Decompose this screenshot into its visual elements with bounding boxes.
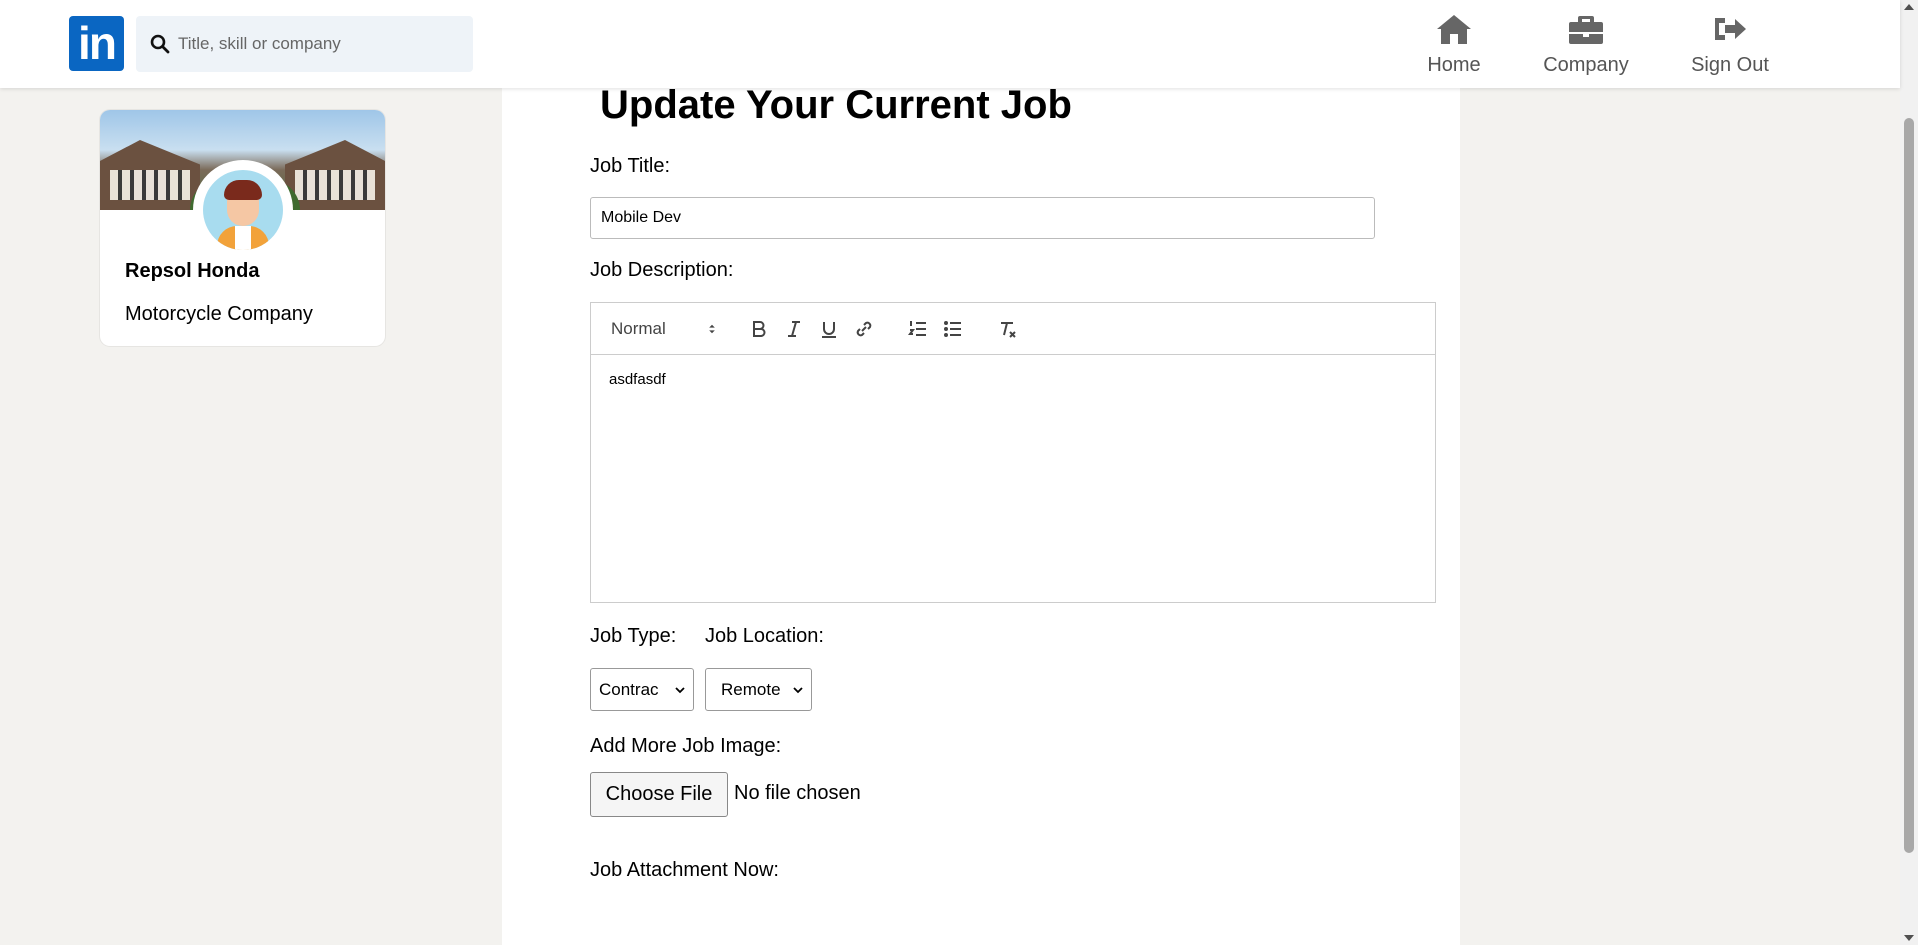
search-icon xyxy=(150,34,170,54)
scrollbar-thumb[interactable] xyxy=(1904,118,1914,853)
search-input[interactable] xyxy=(178,34,458,54)
clear-format-icon xyxy=(1001,322,1016,338)
clear-format-button[interactable] xyxy=(996,317,1020,341)
nav-sign-out-label: Sign Out xyxy=(1691,54,1769,76)
bold-icon xyxy=(753,321,766,337)
scroll-up-arrow[interactable] xyxy=(1904,4,1914,10)
sign-out-icon xyxy=(1715,18,1746,40)
add-image-label: Add More Job Image: xyxy=(590,735,782,757)
chevron-down-icon xyxy=(793,686,803,693)
editor-content[interactable]: asdfasdf xyxy=(591,355,1435,603)
page-scrollbar[interactable] xyxy=(1900,0,1918,945)
bullet-list-icon xyxy=(944,321,961,337)
link-button[interactable] xyxy=(852,317,876,341)
italic-icon xyxy=(788,321,800,337)
file-status: No file chosen xyxy=(734,782,861,804)
job-location-label: Job Location: xyxy=(705,625,824,647)
chevron-down-icon xyxy=(675,686,685,693)
link-icon xyxy=(856,321,872,337)
heading-select-value: Normal xyxy=(611,319,666,338)
search-bar xyxy=(136,16,473,72)
profile-card: Repsol Honda Motorcycle Company xyxy=(100,110,385,346)
page-title: Update Your Current Job xyxy=(600,83,1072,127)
job-type-value: Contrac xyxy=(599,679,659,699)
up-down-chevron-icon xyxy=(709,324,715,334)
choose-file-button[interactable]: Choose File xyxy=(590,772,728,817)
job-type-select[interactable]: Contrac xyxy=(590,668,694,711)
linkedin-logo[interactable]: in xyxy=(69,16,124,71)
italic-button[interactable] xyxy=(782,317,806,341)
job-attachment-label: Job Attachment Now: xyxy=(590,859,779,881)
bullet-list-button[interactable] xyxy=(941,317,965,341)
job-location-select[interactable]: Remote xyxy=(705,668,812,711)
briefcase-icon xyxy=(1569,16,1603,44)
home-icon xyxy=(1437,15,1471,44)
underline-icon xyxy=(822,322,836,338)
nav-company-label: Company xyxy=(1543,54,1629,76)
job-description-label: Job Description: xyxy=(590,259,734,281)
job-title-input[interactable] xyxy=(590,197,1375,239)
job-title-label: Job Title: xyxy=(590,155,671,177)
rich-text-editor: Normal asdfasdf xyxy=(590,302,1436,603)
update-job-form: Update Your Current Job Job Title: Job D… xyxy=(502,83,1460,945)
profile-subtitle: Motorcycle Company xyxy=(125,303,313,325)
ordered-list-button[interactable] xyxy=(906,317,930,341)
avatar xyxy=(193,160,293,260)
top-navbar: in Home Company Sign Out xyxy=(0,0,1900,88)
ordered-list-icon xyxy=(908,321,926,336)
underline-button[interactable] xyxy=(817,317,841,341)
job-location-value: Remote xyxy=(721,679,781,699)
profile-name: Repsol Honda xyxy=(125,260,260,282)
heading-select[interactable]: Normal xyxy=(611,317,719,341)
nav-company[interactable]: Company xyxy=(1543,12,1629,77)
nav-home[interactable]: Home xyxy=(1427,12,1481,77)
bold-button[interactable] xyxy=(747,317,771,341)
job-type-label: Job Type: xyxy=(590,625,677,647)
scroll-down-arrow[interactable] xyxy=(1904,935,1914,941)
nav-home-label: Home xyxy=(1427,54,1481,76)
nav-sign-out[interactable]: Sign Out xyxy=(1690,12,1770,77)
editor-toolbar: Normal xyxy=(591,303,1435,355)
